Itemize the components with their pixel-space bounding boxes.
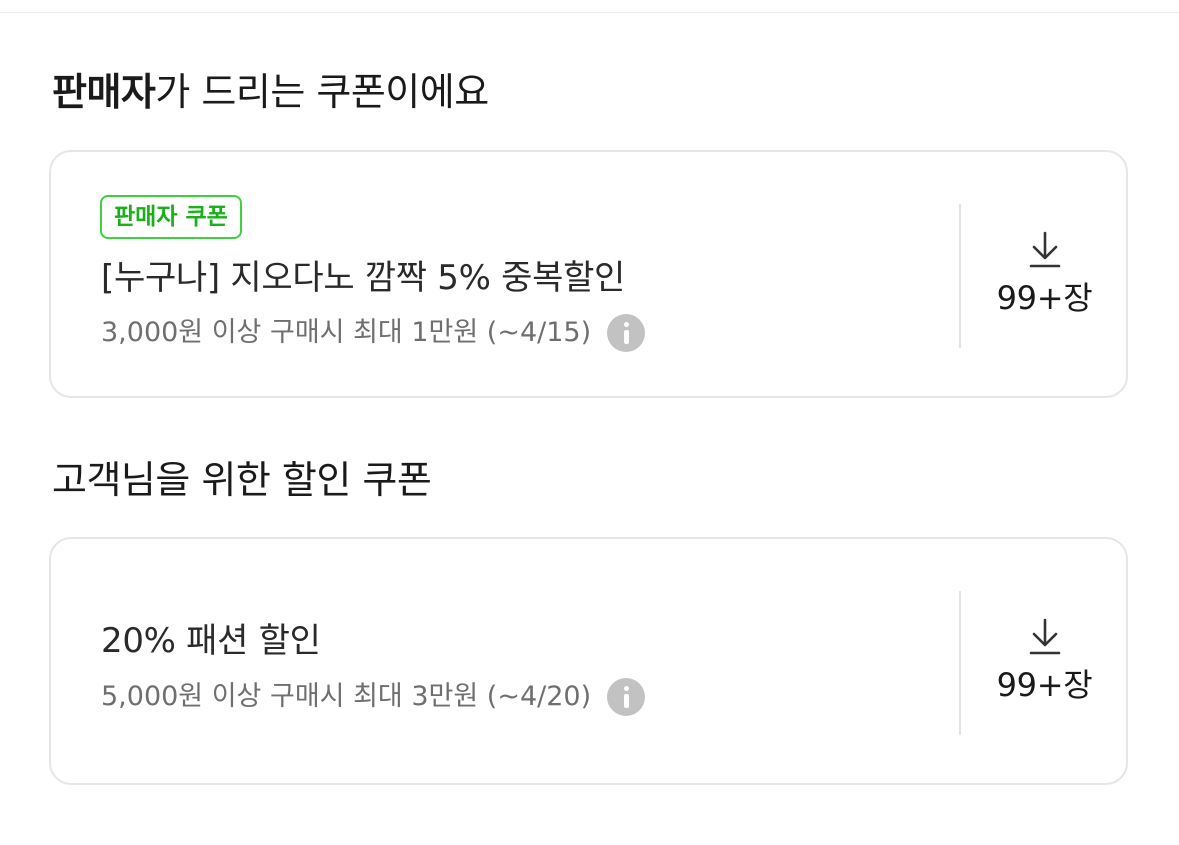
customer-coupon-card: 20% 패션 할인 5,000원 이상 구매시 최대 3만원 (~4/20) 9… [49,537,1128,785]
info-icon[interactable] [607,314,646,352]
download-count: 99+장 [996,666,1093,704]
coupon-condition-text: 5,000원 이상 구매시 최대 3만원 (~4/20) [101,681,592,712]
seller-coupon-badge: 판매자 쿠폰 [100,195,242,239]
top-divider [0,0,1179,13]
download-icon [1029,618,1060,655]
seller-coupon-card: 판매자 쿠폰 [누구나] 지오다노 깜짝 5% 중복할인 3,000원 이상 구… [49,150,1128,398]
coupon-name: [누구나] 지오다노 깜짝 5% 중복할인 [101,258,626,298]
info-icon[interactable] [607,678,646,716]
seller-title-emphasis: 판매자 [52,70,156,114]
download-count: 99+장 [996,279,1093,317]
seller-title-rest: 가 드리는 쿠폰이에요 [155,70,489,114]
coupon-condition-text: 3,000원 이상 구매시 최대 1만원 (~4/15) [101,317,592,348]
coupon-download-button[interactable]: 99+장 [961,539,1128,783]
seller-coupon-section-title: 판매자가 드리는 쿠폰이에요 [52,68,489,116]
customer-coupon-section-title: 고객님을 위한 할인 쿠폰 [52,458,432,502]
coupon-download-button[interactable]: 99+장 [961,152,1128,396]
coupon-condition: 5,000원 이상 구매시 최대 3만원 (~4/20) [101,678,646,716]
coupon-name: 20% 패션 할인 [101,621,321,661]
coupon-condition: 3,000원 이상 구매시 최대 1만원 (~4/15) [101,314,646,352]
download-icon [1029,231,1060,268]
